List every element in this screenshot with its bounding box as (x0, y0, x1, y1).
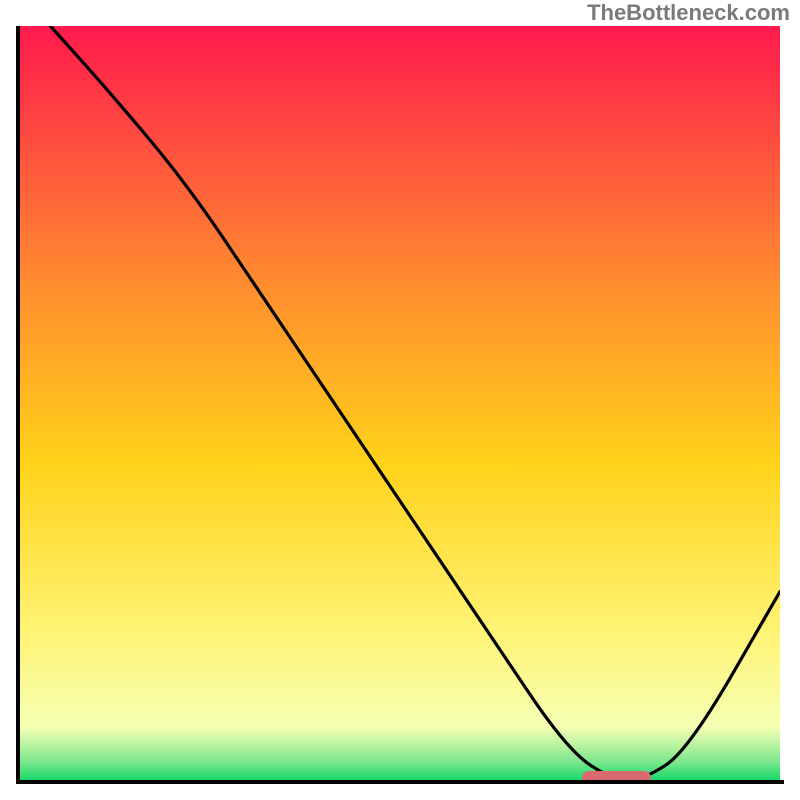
chart-frame: TheBottleneck.com (0, 0, 800, 800)
optimal-marker (582, 771, 650, 780)
attribution-text: TheBottleneck.com (587, 0, 790, 26)
plot-area (20, 26, 780, 780)
bottleneck-curve (50, 26, 780, 780)
curve-svg (20, 26, 780, 780)
